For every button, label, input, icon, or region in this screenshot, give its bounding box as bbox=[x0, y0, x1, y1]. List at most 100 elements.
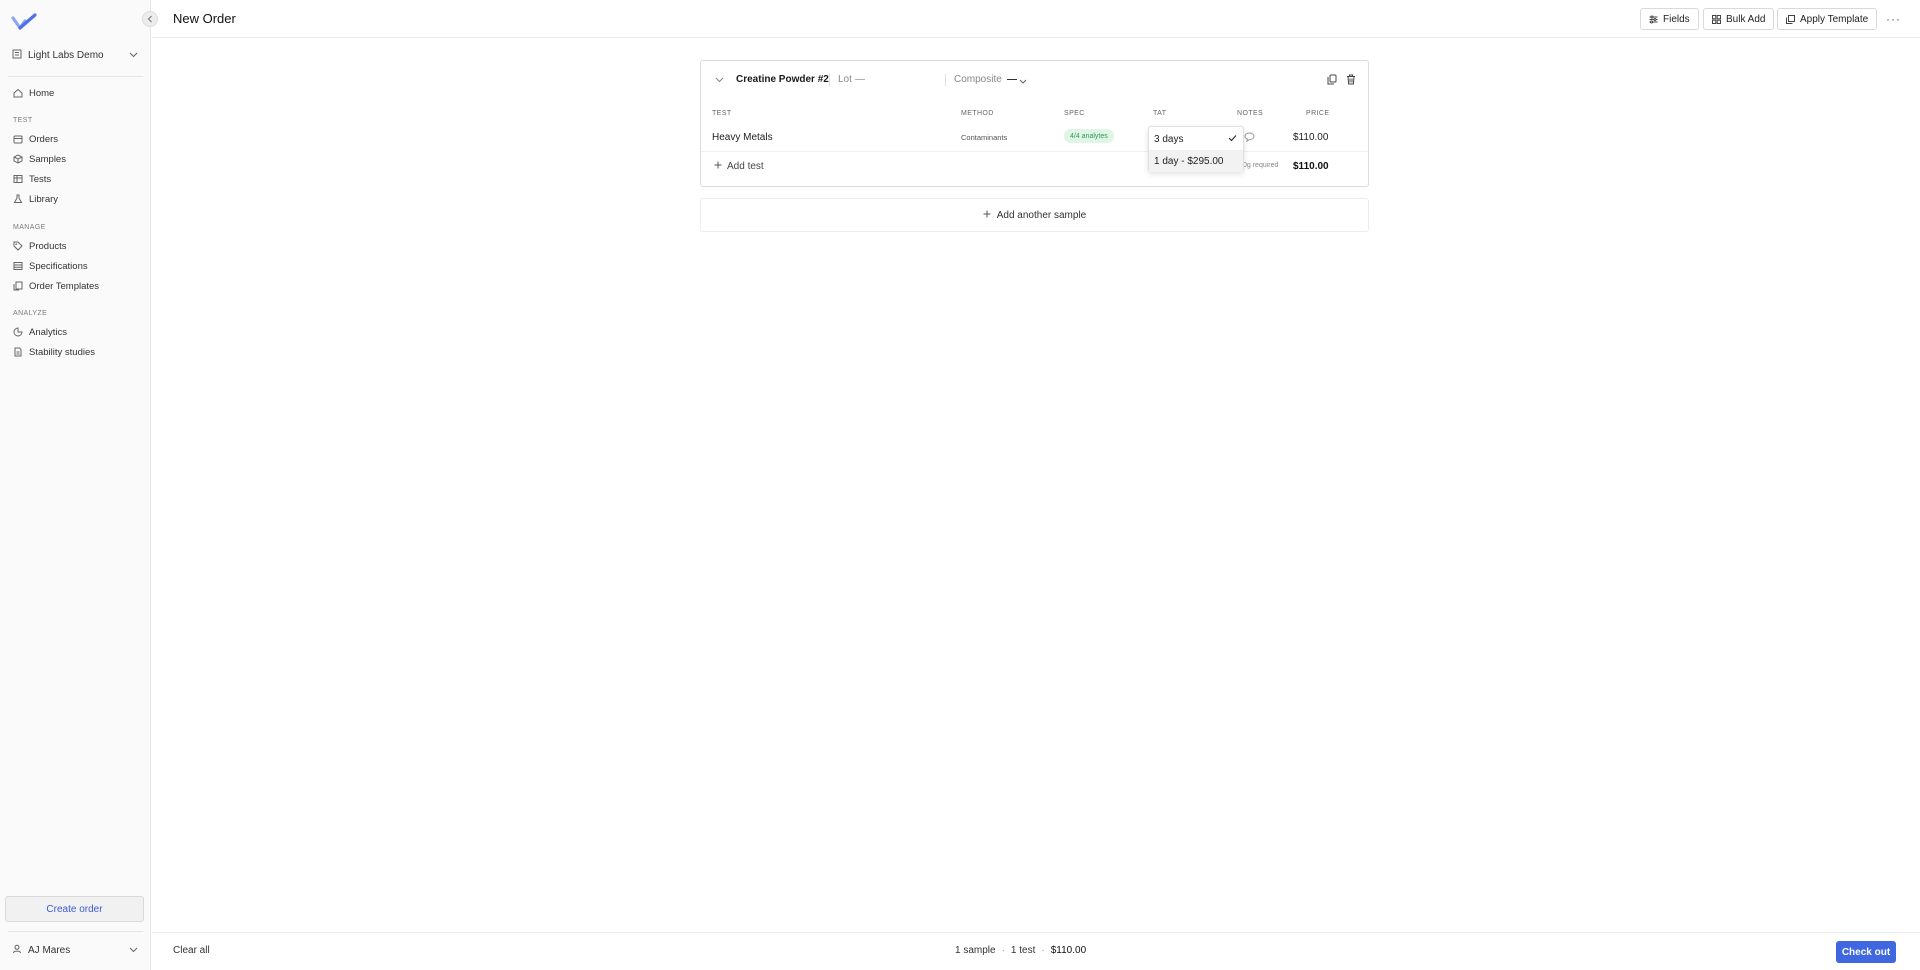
test-name: Heavy Metals bbox=[712, 132, 773, 143]
sliders-icon bbox=[1649, 15, 1658, 24]
chevron-down-icon[interactable] bbox=[715, 75, 724, 86]
sample-card: Creatine Powder #2 Lot — Composite — TES… bbox=[700, 60, 1369, 187]
sidebar-item-stability-studies[interactable]: Stability studies bbox=[13, 345, 95, 359]
chevron-down-icon[interactable] bbox=[1019, 76, 1027, 87]
sample-name[interactable]: Creatine Powder #2 bbox=[736, 74, 829, 85]
chevron-left-icon bbox=[147, 15, 152, 23]
tat-option-3-days[interactable]: 3 days bbox=[1149, 128, 1243, 150]
chevron-down-icon bbox=[129, 945, 138, 956]
clear-all-button[interactable]: Clear all bbox=[173, 945, 210, 956]
user-name: AJ Mares bbox=[28, 944, 71, 956]
sample-total-price: $110.00 bbox=[1293, 161, 1329, 172]
page-header: New Order Fields Bulk Add Apply Template… bbox=[152, 0, 1920, 38]
composite-field[interactable]: — bbox=[1007, 74, 1017, 85]
sidebar-divider bbox=[8, 931, 143, 932]
checkout-button[interactable]: Check out bbox=[1836, 941, 1896, 963]
section-label-test: TEST bbox=[13, 117, 33, 124]
order-footer: Clear all 1 sample · 1 test · $110.00 Ch… bbox=[152, 932, 1920, 970]
chevron-down-icon bbox=[129, 50, 138, 61]
column-header-test: TEST bbox=[712, 110, 732, 117]
tat-option-label: 3 days bbox=[1154, 133, 1184, 145]
sidebar-item-specifications[interactable]: Specifications bbox=[13, 259, 88, 273]
collapse-sidebar-button[interactable] bbox=[142, 11, 158, 27]
sidebar-item-products[interactable]: Products bbox=[13, 239, 67, 253]
separator-dot: · bbox=[1001, 945, 1005, 956]
cube-icon bbox=[13, 154, 23, 164]
add-another-sample-label: Add another sample bbox=[996, 209, 1087, 221]
tat-option-label: 1 day - $295.00 bbox=[1154, 155, 1224, 167]
column-header-price: PRICE bbox=[1306, 110, 1330, 117]
sidebar-item-label: Orders bbox=[29, 133, 59, 145]
check-icon bbox=[1228, 134, 1237, 145]
copy-icon bbox=[13, 281, 23, 291]
apply-template-button[interactable]: Apply Template bbox=[1777, 8, 1878, 30]
lot-label: Lot bbox=[838, 74, 852, 85]
test-count: 1 test bbox=[1010, 945, 1036, 956]
tat-dropdown-menu: 3 days 1 day - $295.00 bbox=[1148, 126, 1244, 172]
sidebar-item-samples[interactable]: Samples bbox=[13, 152, 66, 166]
order-total: $110.00 bbox=[1050, 945, 1087, 956]
document-icon bbox=[13, 347, 23, 357]
sidebar: Light Labs Demo Home TEST Orders Samples… bbox=[0, 0, 151, 970]
workspace-name: Light Labs Demo bbox=[28, 49, 104, 61]
separator-dot: · bbox=[1041, 945, 1045, 956]
sidebar-item-label: Specifications bbox=[29, 260, 88, 272]
bulk-add-button-label: Bulk Add bbox=[1726, 13, 1766, 25]
order-summary: 1 sample · 1 test · $110.00 bbox=[955, 945, 1086, 956]
spec-badge[interactable]: 4/4 analytes bbox=[1064, 129, 1114, 143]
apply-template-button-label: Apply Template bbox=[1800, 13, 1869, 25]
sidebar-item-label: Order Templates bbox=[29, 280, 100, 292]
column-header-notes: NOTES bbox=[1237, 110, 1264, 117]
create-order-button[interactable]: Create order bbox=[5, 896, 144, 922]
fields-button[interactable]: Fields bbox=[1640, 8, 1699, 30]
comment-icon[interactable] bbox=[1244, 132, 1255, 145]
test-method: Contaminants bbox=[961, 133, 1008, 142]
tat-option-1-day[interactable]: 1 day - $295.00 bbox=[1149, 150, 1243, 172]
chart-icon bbox=[13, 327, 23, 337]
plus-icon bbox=[714, 161, 722, 172]
grid-icon bbox=[1712, 14, 1721, 24]
sidebar-item-label: Products bbox=[29, 240, 67, 252]
sidebar-item-label: Library bbox=[29, 193, 59, 205]
bulk-add-button[interactable]: Bulk Add bbox=[1703, 8, 1775, 30]
sidebar-divider bbox=[8, 76, 143, 77]
sidebar-item-label: Tests bbox=[29, 173, 52, 185]
sidebar-item-home[interactable]: Home bbox=[13, 86, 54, 100]
plus-icon bbox=[983, 210, 991, 221]
page-title: New Order bbox=[173, 11, 236, 26]
sidebar-item-label: Samples bbox=[29, 153, 66, 165]
workspace-switcher[interactable]: Light Labs Demo bbox=[12, 48, 138, 62]
building-icon bbox=[12, 49, 22, 62]
add-another-sample-button[interactable]: Add another sample bbox=[700, 198, 1369, 232]
requirement-text: 0g required bbox=[1243, 162, 1279, 169]
section-label-manage: MANAGE bbox=[13, 224, 46, 231]
sample-count: 1 sample bbox=[955, 945, 996, 956]
sidebar-item-library[interactable]: Library bbox=[13, 192, 58, 206]
add-test-button[interactable]: Add test bbox=[714, 161, 764, 172]
column-header-tat: TAT bbox=[1153, 110, 1167, 117]
sidebar-item-label: Stability studies bbox=[29, 346, 96, 358]
column-header-spec: SPEC bbox=[1064, 110, 1085, 117]
divider bbox=[829, 74, 830, 86]
composite-label: Composite bbox=[954, 74, 1002, 85]
more-options-button[interactable]: ··· bbox=[1886, 12, 1901, 26]
duplicate-sample-icon[interactable] bbox=[1327, 74, 1337, 88]
app-logo-icon[interactable] bbox=[11, 12, 37, 32]
delete-sample-icon[interactable] bbox=[1346, 74, 1356, 88]
flask-icon bbox=[13, 194, 23, 204]
fields-button-label: Fields bbox=[1663, 13, 1690, 25]
sidebar-item-orders[interactable]: Orders bbox=[13, 132, 58, 146]
user-menu[interactable]: AJ Mares bbox=[12, 943, 138, 957]
section-label-analyze: ANALYZE bbox=[13, 310, 48, 317]
divider bbox=[945, 74, 946, 86]
column-header-method: METHOD bbox=[961, 110, 994, 117]
sidebar-item-tests[interactable]: Tests bbox=[13, 172, 51, 186]
table-row[interactable]: Heavy Metals Contaminants 4/4 analytes $… bbox=[701, 122, 1368, 152]
sample-card-header: Creatine Powder #2 Lot — Composite — bbox=[701, 61, 1368, 99]
sidebar-item-analytics[interactable]: Analytics bbox=[13, 325, 67, 339]
sidebar-item-order-templates[interactable]: Order Templates bbox=[13, 279, 99, 293]
test-price: $110.00 bbox=[1293, 132, 1329, 143]
lot-field[interactable]: — bbox=[855, 74, 865, 85]
user-icon bbox=[12, 944, 22, 957]
sidebar-item-label: Analytics bbox=[29, 326, 68, 338]
